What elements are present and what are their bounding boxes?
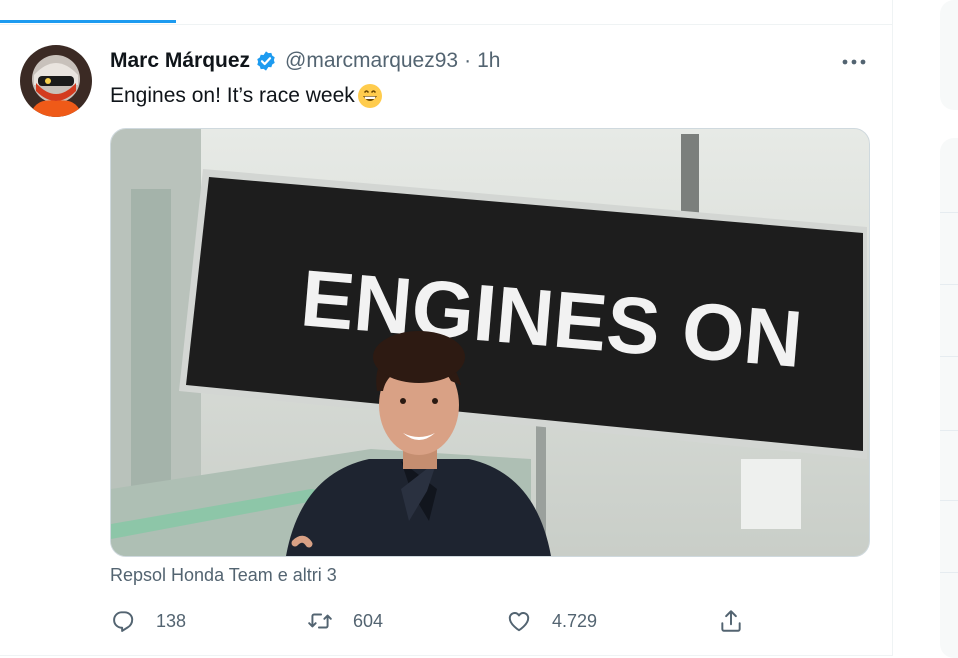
retweet-icon [308,613,332,629]
author-name[interactable]: Marc Márquez [110,49,250,73]
sidebar-card-trends [940,138,958,658]
avatar[interactable] [20,45,92,117]
tagged-users[interactable]: Repsol Honda Team e altri 3 [110,565,337,586]
sidebar-divider [940,500,958,501]
sidebar-divider [940,284,958,285]
tweet-text-content: Engines on! It’s race week [110,84,355,107]
sidebar-divider [940,572,958,573]
tweet-timestamp[interactable]: 1h [477,49,500,73]
verified-badge-icon [255,50,277,72]
sidebar-divider [940,356,958,357]
active-tab-indicator [0,20,176,23]
tweet-media-photo[interactable]: ENGINES ON [110,128,870,557]
tweet-text: Engines on! It’s race week [110,83,383,109]
reply-count: 138 [156,610,187,631]
like-count: 4.729 [552,610,598,631]
share-icon [721,610,741,632]
separator-dot: · [464,49,472,72]
tweet-actions: 138 604 4.729 [110,603,760,639]
tweet-header: Marc Márquez @marcmarquez93 · 1h [110,47,500,75]
tweet-card[interactable]: Marc Márquez @marcmarquez93 · 1h Engines… [0,25,892,656]
sidebar-card-top [940,0,958,110]
sidebar-divider [940,212,958,213]
reply-icon [113,611,134,632]
heart-icon [508,612,530,632]
sidebar-divider [940,430,958,431]
more-horizontal-icon[interactable] [840,50,868,74]
grinning-face-icon [357,83,383,109]
share-button[interactable] [718,603,744,639]
retweet-count: 604 [353,610,384,631]
right-sidebar [893,0,958,658]
retweet-button[interactable]: 604 [307,603,383,639]
like-button[interactable]: 4.729 [506,603,597,639]
reply-button[interactable]: 138 [110,603,186,639]
author-handle[interactable]: @marcmarquez93 [285,49,458,73]
